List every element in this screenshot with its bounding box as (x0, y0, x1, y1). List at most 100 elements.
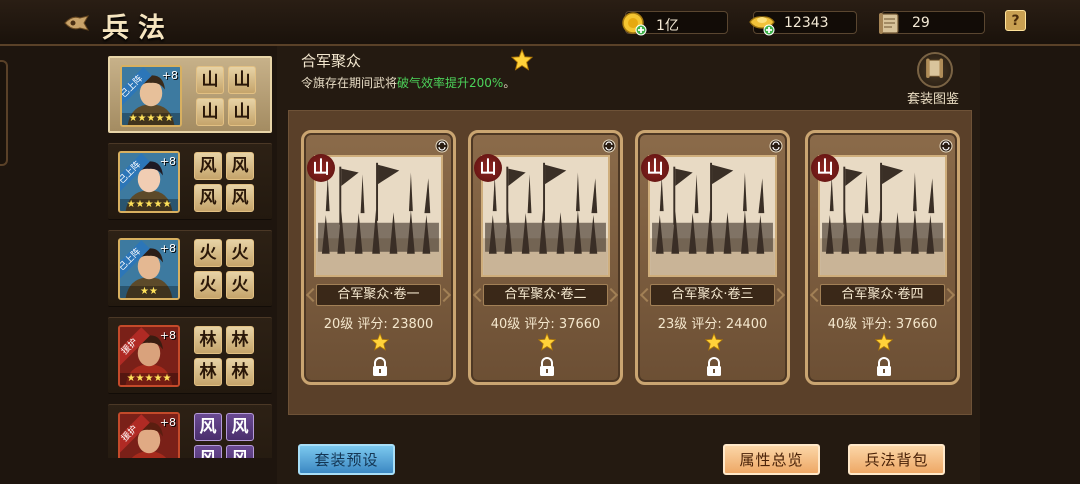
card-level: 20级 (323, 317, 358, 332)
card-name: 合军聚众·卷二 (483, 284, 608, 306)
card-score-label: 评分: (524, 317, 559, 332)
refresh-icon[interactable] (435, 139, 449, 153)
tactic-slot[interactable]: 火 (226, 239, 254, 267)
set-description: 令旗存在期间武将破气效率提升200%。 (301, 74, 515, 91)
lock-icon[interactable] (875, 357, 893, 377)
tactic-slot[interactable]: 风 (194, 152, 222, 180)
tactic-slot[interactable]: 山 (196, 98, 224, 126)
side-drawer-handle[interactable] (0, 60, 8, 166)
tactic-slot[interactable]: 风 (194, 445, 222, 458)
card-type-badge: 山 (646, 158, 664, 178)
general-list[interactable]: 已上阵 +8 ★★★★★ 山山山山已上阵 +8 ★★★★★ 风风风风已上阵 +8 ★★ 火火火火援… (108, 56, 272, 458)
card-score: 24400 (725, 317, 768, 332)
tactic-card[interactable]: 山合军聚众·卷三 23级 评分: 24400 (635, 130, 790, 385)
ingot-counter: 12343 (749, 11, 857, 36)
set-preset-button[interactable]: 套装预设 (298, 444, 395, 475)
coin-value: 1亿 (656, 18, 679, 34)
card-score-label: 评分: (357, 317, 392, 332)
attribute-overview-button[interactable]: 属性总览 (723, 444, 820, 475)
scroll-counter: 29 (879, 11, 985, 34)
tactic-slot[interactable]: 风 (226, 152, 254, 180)
back-arrow-icon[interactable] (64, 14, 90, 32)
tactic-card[interactable]: 山合军聚众·卷四 40级 评分: 37660 (805, 130, 960, 385)
tactic-card[interactable]: 山合军聚众·卷一 20级 评分: 23800 (301, 130, 456, 385)
general-level: +8 (159, 329, 176, 342)
tactic-card[interactable]: 山合军聚众·卷二 40级 评分: 37660 (468, 130, 623, 385)
card-stats: 40级 评分: 37660 (808, 313, 957, 332)
star-icon (371, 333, 389, 351)
lock-icon[interactable] (705, 357, 723, 377)
set-desc-text: 令旗存在期间武将 (301, 76, 398, 90)
lock-icon[interactable] (371, 357, 389, 377)
tactic-slot[interactable]: 林 (194, 358, 222, 386)
catalog-label: 套装图鉴 (907, 92, 960, 107)
tactic-slots: 风风风风 (194, 413, 256, 458)
scroll-catalog-icon (917, 52, 953, 88)
refresh-icon[interactable] (939, 139, 953, 153)
card-name: 合军聚众·卷三 (650, 284, 775, 306)
refresh-icon[interactable] (602, 139, 616, 153)
general-portrait[interactable]: 已上阵 +8 ★★ (118, 238, 180, 300)
card-name: 合军聚众·卷四 (820, 284, 945, 306)
ingot-value: 12343 (784, 15, 829, 31)
star-icon (511, 49, 533, 71)
tactic-slots: 风风风风 (194, 152, 256, 214)
tactic-slot[interactable]: 风 (194, 413, 222, 441)
tactic-slot[interactable]: 山 (228, 66, 256, 94)
card-name: 合军聚众·卷一 (316, 284, 441, 306)
card-stats: 40级 评分: 37660 (471, 313, 620, 332)
card-level: 23级 (657, 317, 692, 332)
general-level: +8 (159, 155, 176, 168)
general-portrait[interactable]: 援护 +8 (118, 412, 180, 458)
tactic-slot[interactable]: 风 (226, 184, 254, 212)
set-name: 合军聚众 (301, 52, 362, 70)
star-icon (705, 333, 723, 351)
general-level: +8 (161, 69, 178, 82)
set-desc-highlight: 破气效率提升200% (397, 76, 504, 90)
card-type-badge: 山 (312, 158, 330, 178)
tactic-slot[interactable]: 风 (226, 413, 254, 441)
general-row[interactable]: 已上阵 +8 ★★★★★ 山山山山 (108, 56, 272, 133)
tactic-slot[interactable]: 山 (196, 66, 224, 94)
general-portrait[interactable]: 已上阵 +8 ★★★★★ (118, 151, 180, 213)
card-level: 40级 (827, 317, 862, 332)
card-score-label: 评分: (691, 317, 726, 332)
tactic-slot[interactable]: 林 (226, 358, 254, 386)
tactic-slot[interactable]: 火 (194, 239, 222, 267)
general-stars: ★★ (120, 286, 178, 298)
top-bar: 兵法 1亿 12343 29 ? (0, 0, 1080, 46)
tactic-slot[interactable]: 林 (226, 326, 254, 354)
card-type-badge: 山 (816, 158, 834, 178)
card-stats: 20级 评分: 23800 (304, 313, 453, 332)
ingot-icon (749, 16, 775, 36)
tactic-slot[interactable]: 火 (226, 271, 254, 299)
tactic-slot[interactable]: 林 (194, 326, 222, 354)
tactic-slot[interactable]: 风 (194, 184, 222, 212)
general-stars: ★★★★★ (120, 373, 178, 385)
help-button[interactable]: ? (1005, 10, 1026, 31)
refresh-icon[interactable] (769, 139, 783, 153)
tactic-slot[interactable]: 火 (194, 271, 222, 299)
tactic-slots: 林林林林 (194, 326, 256, 388)
general-portrait[interactable]: 已上阵 +8 ★★★★★ (120, 65, 182, 127)
set-catalog-button[interactable]: 套装图鉴 (900, 50, 972, 107)
general-row[interactable]: 已上阵 +8 ★★★★★ 风风风风 (108, 143, 272, 220)
card-score: 23800 (391, 317, 434, 332)
card-score: 37660 (895, 317, 938, 332)
general-row[interactable]: 援护+8 风风风风 (108, 404, 272, 458)
tactic-slot[interactable]: 风 (226, 445, 254, 458)
tactic-slot[interactable]: 山 (228, 98, 256, 126)
general-level: +8 (159, 416, 176, 429)
lock-icon[interactable] (538, 357, 556, 377)
set-desc-suffix: 。 (503, 76, 516, 90)
general-row[interactable]: 援护 +8 ★★★★★ 林林林林 (108, 317, 272, 394)
card-score-label: 评分: (861, 317, 896, 332)
star-icon (538, 333, 556, 351)
general-stars: ★★★★★ (122, 113, 180, 125)
card-stats: 23级 评分: 24400 (638, 313, 787, 332)
coin-counter: 1亿 (622, 11, 728, 36)
general-portrait[interactable]: 援护 +8 ★★★★★ (118, 325, 180, 387)
card-score: 37660 (558, 317, 601, 332)
general-row[interactable]: 已上阵 +8 ★★ 火火火火 (108, 230, 272, 307)
tactics-bag-button[interactable]: 兵法背包 (848, 444, 945, 475)
